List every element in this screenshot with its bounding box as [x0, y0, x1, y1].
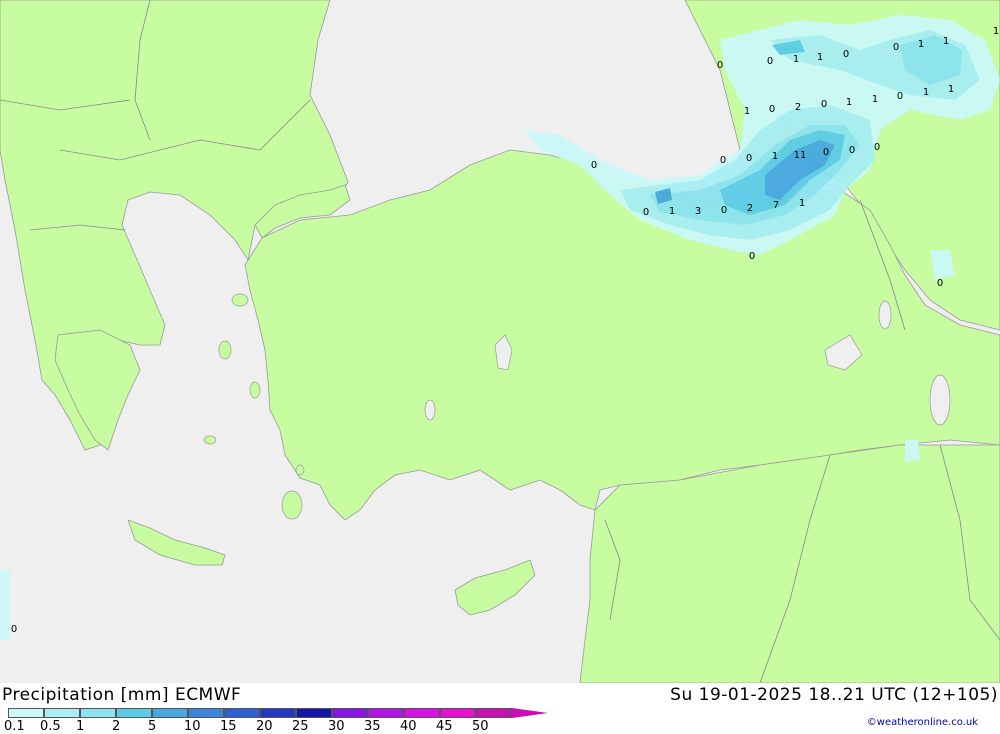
- legend-arrow: [512, 708, 548, 718]
- legend-label: 50: [472, 719, 489, 734]
- legend-label: 5: [148, 719, 157, 734]
- value-label: 1: [923, 87, 929, 98]
- value-label: 0: [821, 99, 827, 110]
- value-label: 0: [717, 60, 723, 71]
- value-label: 2: [747, 203, 753, 214]
- value-label: 0: [893, 42, 899, 53]
- value-label: 3: [695, 206, 701, 217]
- legend-swatch: [80, 708, 116, 718]
- legend-swatch: [188, 708, 224, 718]
- value-label: 0: [937, 278, 943, 289]
- value-label: 0: [643, 207, 649, 218]
- value-label: 0: [11, 624, 17, 635]
- value-label: 1: [772, 151, 778, 162]
- legend-swatch: [8, 708, 44, 718]
- run-info: Su 19-01-2025 18..21 UTC (12+105): [670, 685, 998, 705]
- legend-swatch: [224, 708, 260, 718]
- value-label: 0: [746, 153, 752, 164]
- legend-label: 10: [184, 719, 201, 734]
- value-label: 0: [721, 205, 727, 216]
- precipitation-map: 0 0 1 1 0 0 1 1 1 0 2 0 1 1 0 1 1 0 0 0 …: [0, 0, 1000, 683]
- value-label: 11: [794, 150, 807, 161]
- value-label: 0: [823, 147, 829, 158]
- value-label: 1: [918, 39, 924, 50]
- legend-label: 2: [112, 719, 121, 734]
- legend-label: 0.1: [4, 719, 25, 734]
- legend-label: 30: [328, 719, 345, 734]
- value-label: 1: [799, 198, 805, 209]
- legend-swatch: [296, 708, 332, 718]
- legend-label: 35: [364, 719, 381, 734]
- legend-swatch: [332, 708, 368, 718]
- legend-swatch: [476, 708, 512, 718]
- legend-label: 15: [220, 719, 237, 734]
- value-label: 7: [773, 200, 779, 211]
- legend-swatch: [260, 708, 296, 718]
- footer: Precipitation [mm] ECMWF Su 19-01-2025 1…: [0, 683, 1000, 734]
- legend-swatch: [368, 708, 404, 718]
- value-label: 0: [897, 91, 903, 102]
- copyright[interactable]: ©weatheronline.co.uk: [867, 717, 978, 728]
- legend-label: 45: [436, 719, 453, 734]
- legend-swatch: [44, 708, 80, 718]
- value-label: 1: [744, 106, 750, 117]
- value-label: 0: [769, 104, 775, 115]
- value-label: 0: [591, 160, 597, 171]
- legend-swatch: [116, 708, 152, 718]
- legend-label: 40: [400, 719, 417, 734]
- legend-swatch: [152, 708, 188, 718]
- value-label: 0: [767, 56, 773, 67]
- legend-swatch: [404, 708, 440, 718]
- value-label: 1: [948, 84, 954, 95]
- value-label: 0: [749, 251, 755, 262]
- value-label: 1: [846, 97, 852, 108]
- legend-label: 0.5: [40, 719, 61, 734]
- value-label: 1: [872, 94, 878, 105]
- legend-label: 1: [76, 719, 85, 734]
- map-title: Precipitation [mm] ECMWF: [2, 685, 242, 705]
- value-label: 2: [795, 102, 801, 113]
- value-label: 1: [793, 54, 799, 65]
- legend-label: 25: [292, 719, 309, 734]
- value-label: 0: [720, 155, 726, 166]
- legend-label: 20: [256, 719, 273, 734]
- value-label: 1: [669, 206, 675, 217]
- value-label: 1: [817, 52, 823, 63]
- value-label: 0: [874, 142, 880, 153]
- value-label: 0: [843, 49, 849, 60]
- legend-swatch: [440, 708, 476, 718]
- value-label: 1: [993, 26, 999, 37]
- value-label: 0: [849, 145, 855, 156]
- value-label: 1: [943, 36, 949, 47]
